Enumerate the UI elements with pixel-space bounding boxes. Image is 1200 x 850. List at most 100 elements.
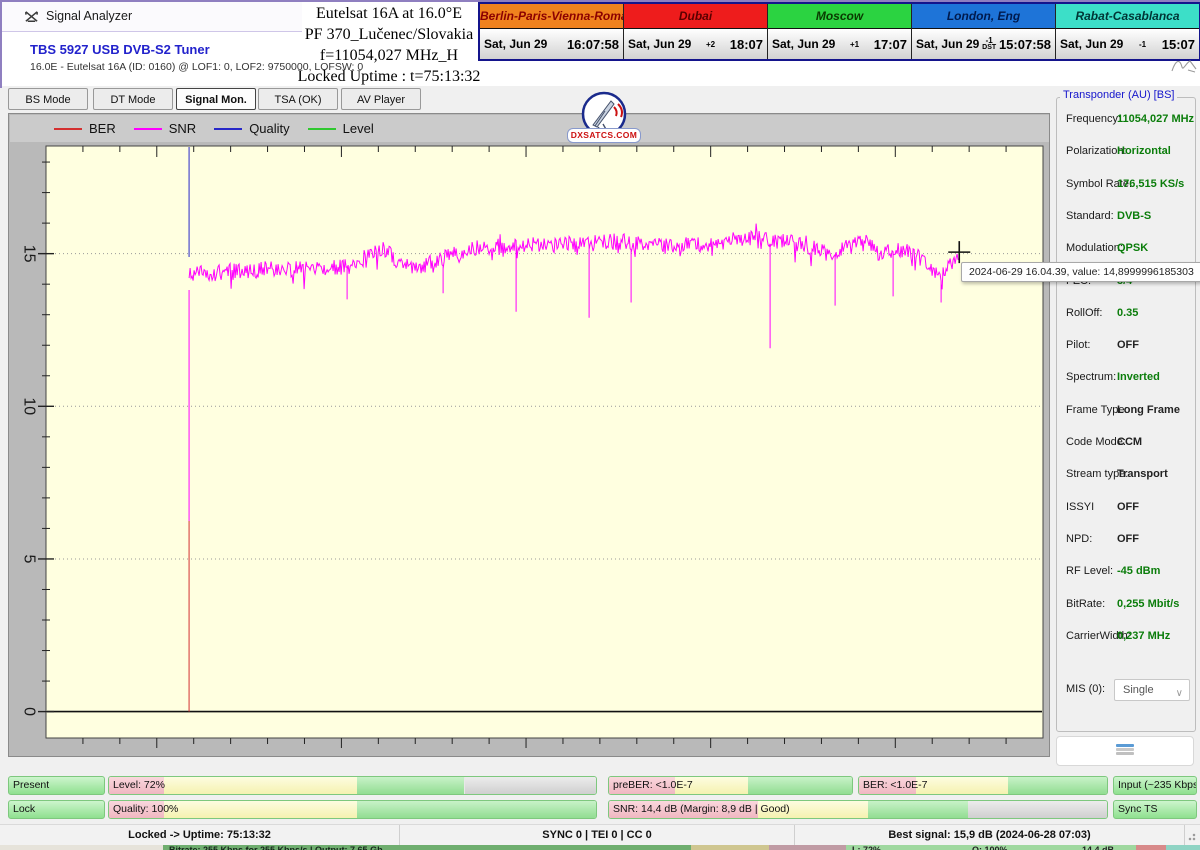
- transponder-label: Spectrum:: [1066, 371, 1116, 383]
- indicator-label: Present: [13, 777, 49, 794]
- transponder-value: 0,255 Mbit/s: [1117, 598, 1179, 610]
- indicator-lock: Lock: [8, 800, 105, 819]
- window-title: Signal Analyzer: [46, 9, 132, 23]
- clock-panel: MoscowSat, Jun 29+117:07: [767, 4, 911, 59]
- signature-mark: [1170, 55, 1198, 75]
- clock-date: Sat, Jun 29: [916, 37, 979, 51]
- statusbar-section: Best signal: 15,9 dB (2024-06-28 07:03): [795, 825, 1185, 845]
- strip-segment: L: 72%: [846, 845, 966, 850]
- indicator-segment-yellow: [916, 777, 1008, 794]
- y-axis-label-0: 0: [21, 707, 38, 716]
- indicator-segment-yellow: [164, 801, 357, 818]
- indicator-segment-yellow: [164, 777, 357, 794]
- clock-offset: -1: [1123, 41, 1161, 48]
- indicator-present: Present: [8, 776, 105, 795]
- clock-time-row: Sat, Jun 29-1DST15:07:58: [912, 29, 1055, 59]
- transponder-panel: Transponder (AU) [BS] Frequency:11054,02…: [1052, 88, 1200, 772]
- transponder-value: QPSK: [1117, 242, 1148, 254]
- clock-city: London, Eng: [912, 4, 1055, 29]
- window-left-border: [0, 0, 2, 88]
- chart-plot[interactable]: 051015: [9, 114, 1049, 756]
- strip-segment: [0, 845, 163, 850]
- clock-city: Berlin-Paris-Vienna-Roma: [480, 4, 623, 29]
- transponder-label: NPD:: [1066, 533, 1092, 545]
- clock-time: 15:07:58: [999, 37, 1051, 52]
- transponder-groupbox: Frequency:11054,027 MHzPolarization:Hori…: [1056, 97, 1196, 732]
- resize-grip[interactable]: [1188, 831, 1198, 841]
- world-clocks: Berlin-Paris-Vienna-RomaSat, Jun 2916:07…: [478, 2, 1200, 61]
- indicator-label: SNR: 14,4 dB (Margin: 8,9 dB | Good): [613, 801, 790, 818]
- clock-time-row: Sat, Jun 29+218:07: [624, 29, 767, 59]
- transponder-value: 0.35: [1117, 307, 1138, 319]
- background-window-strip: Bitrate: 255 Kbps for 255 Kbps/s | Outpu…: [0, 845, 1200, 850]
- indicator-label: Level: 72%: [113, 777, 165, 794]
- transponder-value: CCM: [1117, 436, 1142, 448]
- indicator-quality: Quality: 100%: [108, 800, 597, 819]
- plot-area: [46, 146, 1043, 738]
- clock-offset-value: +1: [835, 41, 873, 48]
- strip-segment: Q: 100%: [966, 845, 1076, 850]
- transponder-label: RollOff:: [1066, 307, 1102, 319]
- strip-segment: 14,4 dB: [1076, 845, 1136, 850]
- clock-panel: Berlin-Paris-Vienna-RomaSat, Jun 2916:07…: [480, 4, 623, 59]
- transponder-value: DVB-S: [1117, 210, 1151, 222]
- window-titlebar: Signal Analyzer: [0, 2, 302, 32]
- header: Signal Analyzer TBS 5927 USB DVB-S2 Tune…: [0, 2, 1200, 86]
- transponder-label: Pilot:: [1066, 339, 1090, 351]
- stack-icon-button[interactable]: [1056, 736, 1194, 766]
- mis-dropdown[interactable]: Single∨: [1114, 679, 1190, 701]
- clock-city: Rabat-Casablanca: [1056, 4, 1199, 29]
- clock-time-row: Sat, Jun 29+117:07: [768, 29, 911, 59]
- app-icon: [24, 9, 39, 24]
- clock-time: 18:07: [730, 37, 763, 52]
- clock-time: 17:07: [874, 37, 907, 52]
- indicator-label: Sync TS: [1118, 801, 1158, 818]
- chart-panel: BERSNRQualityLevel 051015: [8, 113, 1050, 757]
- transponder-value: Long Frame: [1117, 404, 1180, 416]
- indicator-segment-green: [868, 801, 968, 818]
- dxsatcs-logo: DXSATCS.COM: [566, 91, 642, 143]
- annotation-line-satellite: Eutelsat 16A at 16.0°E: [296, 3, 482, 24]
- statusbar-section: Locked -> Uptime: 75:13:32: [0, 825, 400, 845]
- transponder-value: Horizontal: [1117, 145, 1171, 157]
- indicator-segment-green: [357, 801, 596, 818]
- clock-offset: +2: [691, 41, 729, 48]
- statusbar: Locked -> Uptime: 75:13:32SYNC 0 | TEI 0…: [0, 824, 1200, 845]
- transponder-value: Inverted: [1117, 371, 1160, 383]
- transponder-label: Frequency:: [1066, 113, 1121, 125]
- tab-av-player[interactable]: AV Player: [341, 88, 421, 110]
- indicator-snr: SNR: 14,4 dB (Margin: 8,9 dB | Good): [608, 800, 1108, 819]
- device-name: TBS 5927 USB DVB-S2 Tuner: [30, 42, 210, 57]
- clock-date: Sat, Jun 29: [628, 37, 691, 51]
- clock-offset-value: -1: [979, 37, 999, 44]
- clock-offset-dst: DST: [979, 44, 999, 51]
- mis-label: MIS (0):: [1066, 683, 1105, 695]
- transponder-label: RF Level:: [1066, 565, 1113, 577]
- satellite-annotation: Eutelsat 16A at 16.0°E PF 370_Lučenec/Sl…: [296, 3, 482, 87]
- strip-segment: [1136, 845, 1166, 850]
- indicator-level: Level: 72%: [108, 776, 597, 795]
- tab-signal-mon-[interactable]: Signal Mon.: [176, 88, 256, 110]
- transponder-value: OFF: [1117, 339, 1139, 351]
- clock-panel: London, EngSat, Jun 29-1DST15:07:58: [911, 4, 1055, 59]
- clock-panel: Rabat-CasablancaSat, Jun 29-115:07: [1055, 4, 1199, 59]
- indicator-input-235-kbps-: Input (~235 Kbps): [1113, 776, 1197, 795]
- clock-time-row: Sat, Jun 2916:07:58: [480, 29, 623, 59]
- indicator-ber: BER: <1.0E-7: [858, 776, 1108, 795]
- tab-tsa-ok-[interactable]: TSA (OK): [258, 88, 338, 110]
- transponder-value: Transport: [1117, 468, 1168, 480]
- stack-icon: [1116, 744, 1134, 758]
- transponder-label: Modulation:: [1066, 242, 1123, 254]
- transponder-value: 176,515 KS/s: [1117, 178, 1184, 190]
- indicator-segment-silver: [465, 777, 596, 794]
- indicator-segment-green: [357, 777, 464, 794]
- clock-offset-value: +2: [691, 41, 729, 48]
- clock-offset-value: -1: [1123, 41, 1161, 48]
- tab-bs-mode[interactable]: BS Mode: [8, 88, 88, 110]
- indicator-label: Quality: 100%: [113, 801, 178, 818]
- chevron-down-icon: ∨: [1176, 684, 1183, 704]
- statusbar-section: SYNC 0 | TEI 0 | CC 0: [400, 825, 795, 845]
- tab-dt-mode[interactable]: DT Mode: [93, 88, 173, 110]
- strip-segment: [1166, 845, 1200, 850]
- chart-tooltip: 2024-06-29 16.04.39, value: 14,899999618…: [961, 262, 1200, 282]
